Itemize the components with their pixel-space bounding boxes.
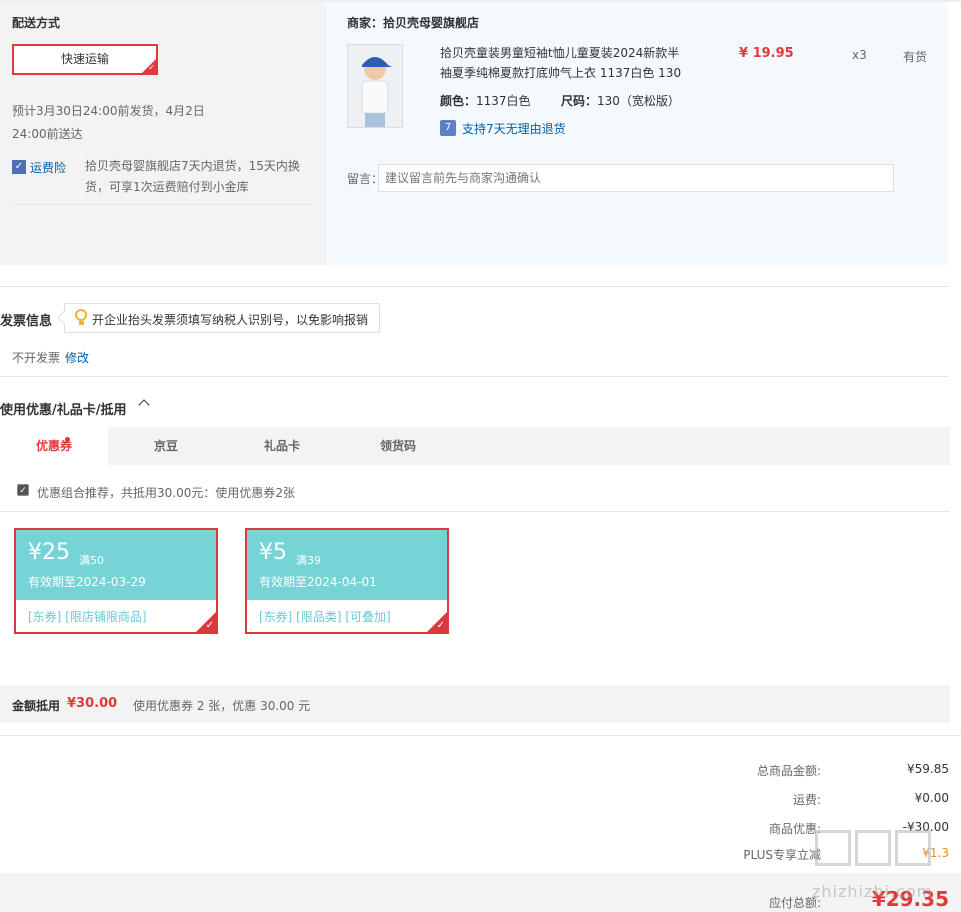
selected-check-icon: ✓ (427, 612, 447, 632)
watermark-box (855, 830, 891, 866)
memo-input[interactable] (378, 164, 894, 192)
coupon-amount: ¥5 (259, 540, 287, 565)
watermark-box (815, 830, 851, 866)
return-policy-link[interactable]: 支持7天无理由退货 (462, 120, 566, 137)
merchant-name: 商家：拾贝壳母婴旗舰店 (347, 16, 480, 30)
insurance-line: 拾贝壳母婴旗舰店7天内退货，15天内换 (85, 159, 300, 173)
combo-recommend-text: 优惠组合推荐，共抵用30.00元：使用优惠券2张 (37, 486, 295, 500)
seven-day-return-icon: 7 (440, 120, 456, 136)
eta-line: 预计3月30日24:00前发货，4月2日 (12, 104, 205, 118)
coupon-condition: 满39 (296, 554, 321, 567)
discount-summary-label: 金额抵用 (12, 699, 61, 713)
coupon-card[interactable]: ¥25 满50 有效期至2024-03-29 [东券] [限店铺限商品] ✓ (14, 528, 218, 634)
selected-check-icon: ✓ (142, 59, 156, 73)
watermark-logo (815, 830, 935, 869)
product-name-line: 拾贝壳童装男童短袖t恤儿童夏装2024新款半 (440, 46, 680, 60)
shield-icon: ✓ (12, 160, 26, 174)
coupon-amount: ¥25 (28, 540, 70, 565)
section-divider (0, 376, 948, 377)
section-divider (0, 735, 961, 736)
delivery-title: 配送方式 (12, 16, 61, 30)
tab-redeem-code[interactable]: 领货码 (340, 427, 456, 465)
product-panel (326, 2, 948, 265)
tab-label: 礼品卡 (263, 439, 300, 453)
product-discount-label: 商品优惠: (768, 822, 821, 836)
coupon-header: ¥25 满50 有效期至2024-03-29 (16, 530, 216, 600)
notification-dot (65, 437, 70, 442)
section-divider (0, 286, 948, 287)
discount-summary-amount: ¥30.00 (67, 696, 118, 711)
discount-summary-desc: 使用优惠券 2 张，优惠 30.00 元 (133, 699, 311, 713)
coupon-header: ¥5 满39 有效期至2024-04-01 (247, 530, 447, 600)
goods-total-label: 总商品金额: (756, 764, 821, 778)
tab-coupons[interactable]: 优惠券 (0, 427, 108, 465)
tab-jingdou[interactable]: 京豆 (108, 427, 224, 465)
color-value: 1137白色 (476, 94, 531, 108)
product-thumbnail[interactable] (347, 44, 403, 128)
shipping-method-label: 快速运输 (60, 52, 109, 66)
delivery-eta: 预计3月30日24:00前发货，4月2日 24:00前送达 (12, 100, 212, 146)
eta-line: 24:00前送达 (12, 127, 83, 141)
section-divider (0, 511, 950, 512)
tab-label: 领货码 (379, 439, 416, 453)
product-name-link[interactable]: 拾贝壳童装男童短袖t恤儿童夏装2024新款半 袖夏季纯棉夏款打底帅气上衣 113… (440, 43, 690, 83)
size-label: 尺码： (561, 94, 598, 108)
selected-check-icon: ✓ (196, 612, 216, 632)
freight-value: ¥0.00 (914, 791, 949, 805)
discounts-section-title[interactable]: 使用优惠/礼品卡/抵用 (0, 399, 127, 418)
tab-gift-card[interactable]: 礼品卡 (224, 427, 340, 465)
lightbulb-icon-base (79, 321, 84, 325)
invoice-title: 发票信息 (0, 314, 53, 329)
coupon-tags: [东券] [限品类] [可叠加] (259, 610, 391, 624)
watermark-box (895, 830, 931, 866)
size-value: 130（宽松版） (597, 94, 680, 108)
plus-discount-label: PLUS专享立减 (743, 848, 821, 862)
product-quantity: x3 (852, 48, 867, 62)
invoice-tip-text: 开企业抬头发票须填写纳税人识别号，以免影响报销 (92, 313, 369, 327)
coupon-expiry: 有效期至2024-03-29 (28, 575, 146, 589)
delivery-divider (12, 204, 314, 205)
freight-label: 运费: (792, 793, 821, 807)
chevron-up-icon[interactable] (138, 399, 150, 411)
shipping-method-option[interactable]: 快速运输 ✓ (12, 44, 158, 75)
invoice-edit-link[interactable]: 修改 (65, 349, 89, 366)
freight-insurance-link[interactable]: 运费险 (30, 159, 66, 176)
tab-label: 京豆 (153, 439, 178, 453)
freight-insurance-desc: 拾贝壳母婴旗舰店7天内退货，15天内换 货，可享1次运费赔付到小金库 (85, 156, 307, 198)
coupon-tags: [东券] [限店铺限商品] (28, 610, 147, 624)
lightbulb-icon (75, 309, 87, 321)
stock-status: 有货 (903, 50, 928, 64)
coupon-condition: 满50 (79, 554, 104, 567)
coupon-expiry: 有效期至2024-04-01 (259, 575, 377, 589)
product-price: ¥ 19.95 (739, 46, 794, 61)
color-label: 颜色： (440, 94, 477, 108)
coupon-card[interactable]: ¥5 满39 有效期至2024-04-01 [东券] [限品类] [可叠加] ✓ (245, 528, 449, 634)
watermark-text: zhizhizhi.com (812, 882, 934, 901)
invoice-status: 不开发票 (12, 351, 61, 365)
goods-total-value: ¥59.85 (907, 762, 949, 776)
insurance-line: 货，可享1次运费赔付到小金库 (85, 180, 249, 194)
product-name-line: 袖夏季纯棉夏款打底帅气上衣 1137白色 130 (440, 66, 682, 80)
combo-recommend-checkbox[interactable]: ✓ (17, 484, 29, 496)
